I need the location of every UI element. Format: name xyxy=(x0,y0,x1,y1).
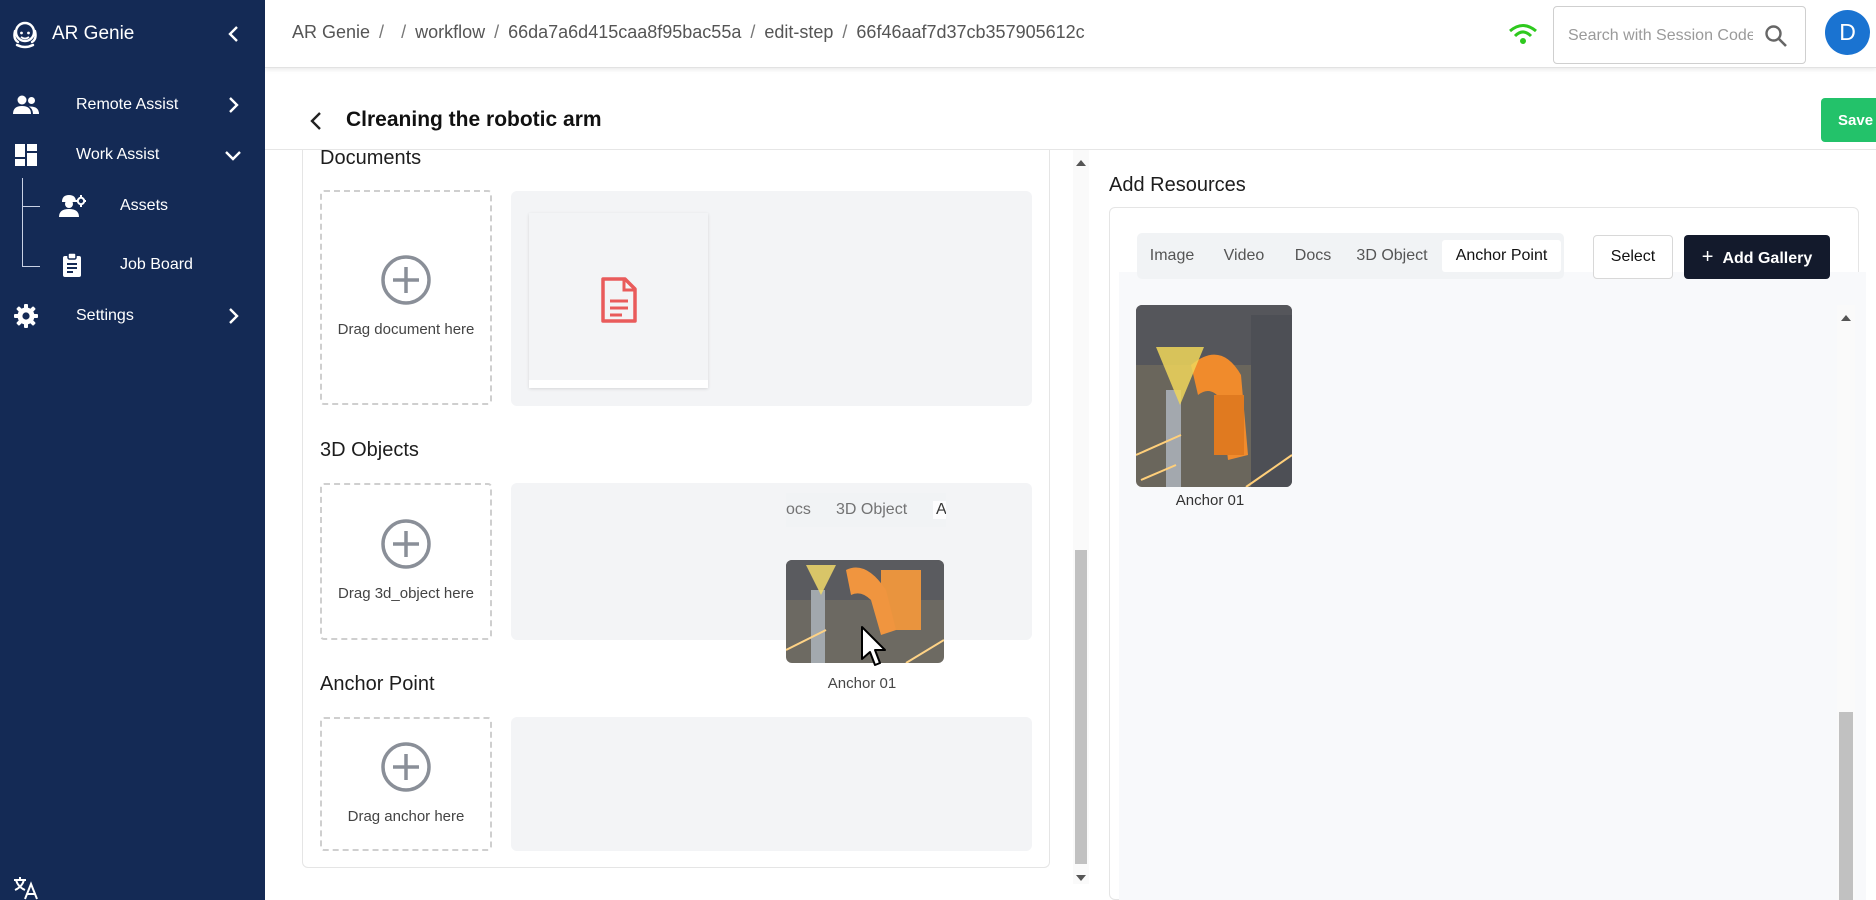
breadcrumb: AR Genie / / workflow / 66da7a6d415caa8f… xyxy=(292,22,1094,43)
drag-preview-label: Anchor 01 xyxy=(827,675,897,692)
3d-object-dropzone[interactable]: Drag 3d_object here xyxy=(320,483,492,640)
breadcrumb-separator: / xyxy=(494,22,500,42)
search-box xyxy=(1553,6,1806,64)
scroll-thumb[interactable] xyxy=(1075,550,1087,864)
select-button[interactable]: Select xyxy=(1593,235,1673,279)
breadcrumb-separator: / xyxy=(842,22,848,42)
resource-tabs: Image Video Docs 3D Object Anchor Point xyxy=(1137,233,1564,279)
chevron-down-icon xyxy=(225,151,241,161)
brand[interactable]: AR Genie xyxy=(10,14,134,54)
page-header: Clreaning the robotic arm Save xyxy=(265,90,1876,150)
anchor-points-area xyxy=(511,717,1032,851)
breadcrumb-item-workflow-id[interactable]: 66da7a6d415caa8f95bac55a xyxy=(508,22,741,43)
document-icon xyxy=(601,277,637,323)
anchor-point-title: Anchor Point xyxy=(320,673,435,695)
add-gallery-label: Add Gallery xyxy=(1722,249,1813,267)
translate-icon[interactable] xyxy=(12,875,40,900)
mouse-pointer-icon xyxy=(861,626,886,666)
dropzone-text: Drag document here xyxy=(337,321,475,338)
brand-label: AR Genie xyxy=(52,23,135,44)
sidebar-item-assets[interactable]: Assets xyxy=(0,181,265,231)
tab-docs[interactable]: Docs xyxy=(1285,240,1341,272)
engineer-icon xyxy=(59,195,86,217)
app-root: AR Genie Remote Assist Work Assist Asset… xyxy=(0,0,1876,900)
tab-image[interactable]: Image xyxy=(1143,240,1201,272)
anchor-item-label: Anchor 01 xyxy=(1175,492,1245,509)
scroll-up-arrow[interactable] xyxy=(1076,160,1086,166)
breadcrumb-separator: / xyxy=(401,22,407,42)
search-icon[interactable] xyxy=(1763,23,1789,49)
add-circle-icon xyxy=(381,255,431,305)
gear-icon xyxy=(14,304,38,328)
sidebar-item-label: Work Assist xyxy=(76,146,160,163)
breadcrumb-item-edit-step[interactable]: edit-step xyxy=(764,22,833,43)
page-title: Clreaning the robotic arm xyxy=(346,108,602,131)
breadcrumb-separator: / xyxy=(379,22,385,42)
document-card-footer xyxy=(529,380,708,388)
dropzone-text: Drag 3d_object here xyxy=(338,585,474,602)
3d-objects-area xyxy=(511,483,1032,640)
document-card[interactable] xyxy=(529,213,708,388)
dashboard-icon xyxy=(15,144,37,166)
tab-3d-object[interactable]: 3D Object xyxy=(1351,240,1433,272)
chevron-right-icon xyxy=(229,308,239,324)
add-circle-icon xyxy=(381,741,431,792)
sidebar-item-work-assist[interactable]: Work Assist xyxy=(0,130,265,180)
breadcrumb-item-home[interactable]: AR Genie xyxy=(292,22,370,43)
drag-preview-tab: 3D Object xyxy=(836,501,908,518)
objects3d-title: 3D Objects xyxy=(320,439,419,461)
scroll-up-arrow[interactable] xyxy=(1841,315,1851,321)
clipboard-icon xyxy=(63,252,81,277)
sidebar-item-remote-assist[interactable]: Remote Assist xyxy=(0,80,265,130)
chevron-right-icon xyxy=(229,97,239,113)
scroll-down-arrow[interactable] xyxy=(1076,875,1086,881)
sidebar-item-label: Settings xyxy=(76,307,134,324)
tab-anchor-point[interactable]: Anchor Point xyxy=(1442,240,1561,272)
sidebar-item-label: Assets xyxy=(120,197,169,214)
scroll-thumb[interactable] xyxy=(1839,712,1853,900)
breadcrumb-item-workflow[interactable]: workflow xyxy=(415,22,485,43)
add-gallery-button[interactable]: + Add Gallery xyxy=(1684,235,1830,279)
plus-icon: + xyxy=(1701,245,1714,268)
add-circle-icon xyxy=(381,519,431,569)
dropzone-text: Drag anchor here xyxy=(347,807,465,825)
save-button[interactable]: Save xyxy=(1821,98,1876,142)
top-bar: AR Genie / / workflow / 66da7a6d415caa8f… xyxy=(265,0,1876,68)
breadcrumb-item-step-id: 66f46aaf7d37cb357905612c xyxy=(856,22,1085,42)
documents-title: Documents xyxy=(320,147,422,169)
back-arrow-icon[interactable] xyxy=(303,108,329,134)
document-dropzone[interactable]: Drag document here xyxy=(320,190,492,405)
people-icon xyxy=(13,95,39,114)
resources-title: Add Resources xyxy=(1109,174,1246,196)
gallery-scrollbar[interactable] xyxy=(1837,305,1855,900)
anchor-dropzone[interactable]: Drag anchor here xyxy=(320,717,492,851)
sidebar-item-label: Remote Assist xyxy=(76,96,179,113)
search-input[interactable] xyxy=(1568,25,1753,47)
anchor-thumbnail-image[interactable] xyxy=(1136,305,1292,487)
tab-video[interactable]: Video xyxy=(1213,240,1275,272)
breadcrumb-separator: / xyxy=(750,22,756,42)
avatar[interactable]: D xyxy=(1825,10,1870,55)
drag-preview-tab: ocs xyxy=(786,501,811,518)
sidebar-item-label: Job Board xyxy=(120,256,193,273)
drag-preview-tab: A xyxy=(933,501,946,519)
drag-preview-tabs: ocs 3D Object A xyxy=(786,493,946,527)
sidebar: AR Genie Remote Assist Work Assist Asset… xyxy=(0,0,265,900)
collapse-sidebar-icon[interactable] xyxy=(222,22,246,46)
left-scrollbar[interactable] xyxy=(1073,150,1089,884)
wifi-icon xyxy=(1509,24,1537,44)
genie-logo-icon xyxy=(13,21,37,49)
sidebar-item-job-board[interactable]: Job Board xyxy=(0,240,265,290)
sidebar-item-settings[interactable]: Settings xyxy=(0,291,265,341)
